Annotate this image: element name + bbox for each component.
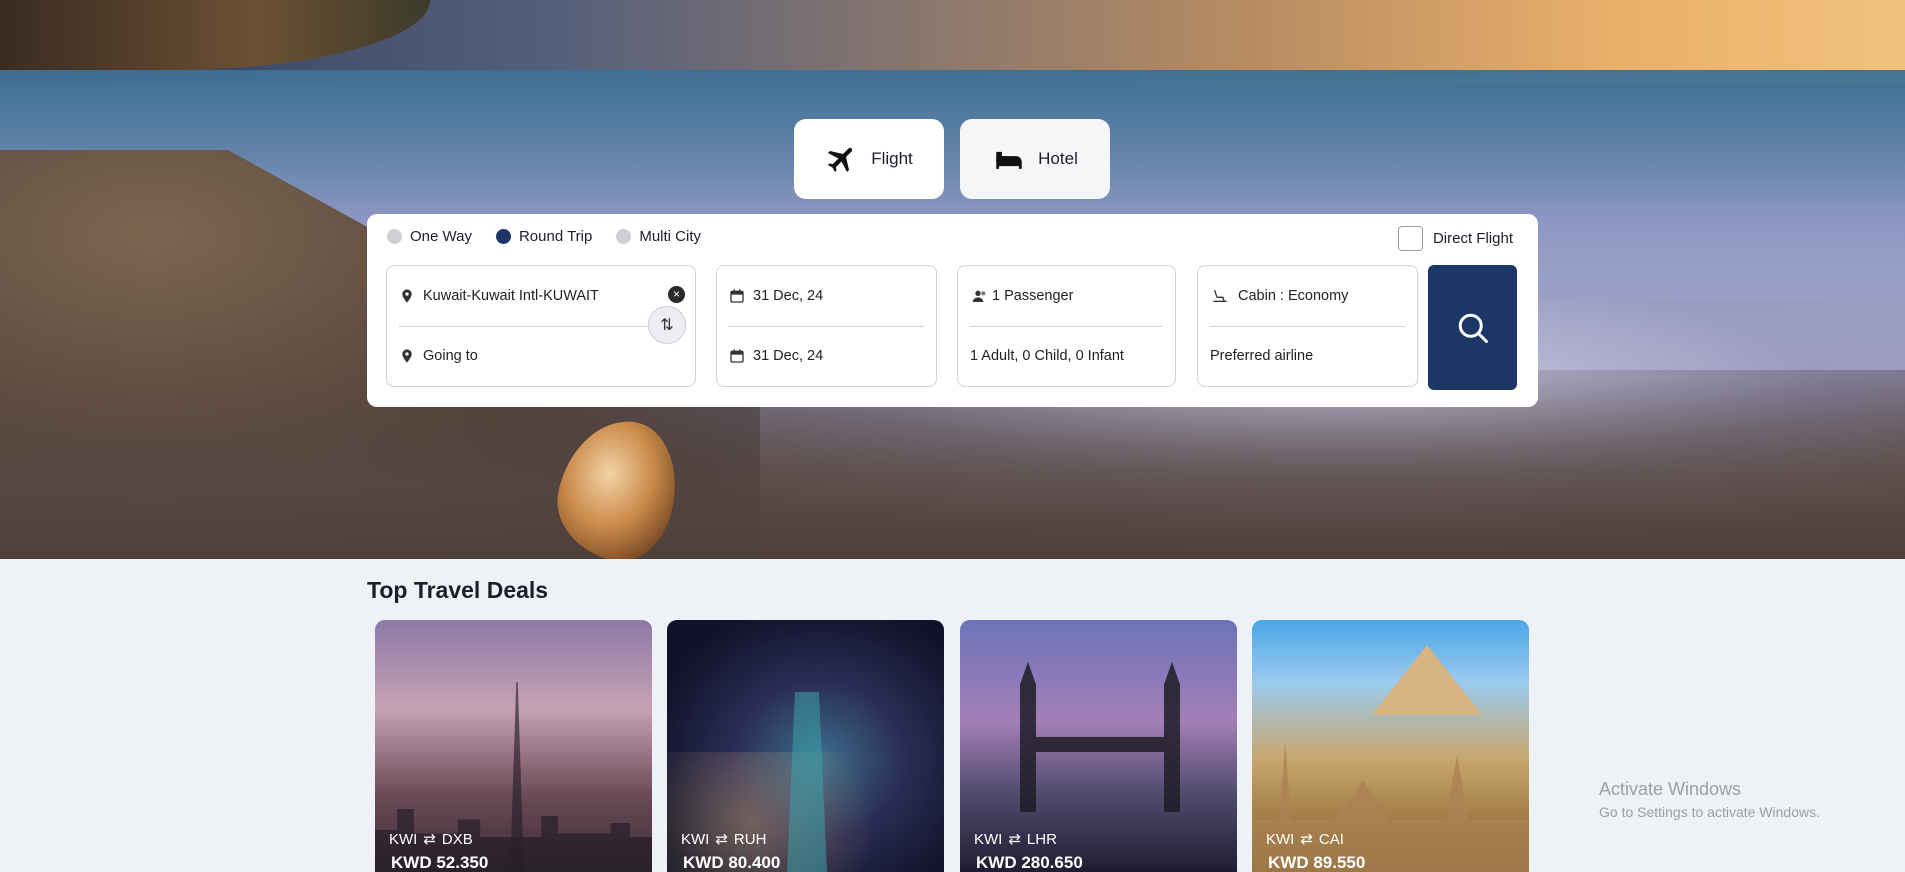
location-pin-icon <box>402 349 412 363</box>
tab-flight-label: Flight <box>871 149 913 168</box>
passengers-value: 1 Passenger <box>992 288 1074 304</box>
deal-destination: DXB <box>441 830 473 848</box>
deal-origin: KWI <box>681 830 710 848</box>
round-trip-arrows-icon: ⇄ <box>1300 831 1313 848</box>
deal-image-tower <box>510 682 524 872</box>
seat-icon <box>1213 290 1227 302</box>
radio-round-trip[interactable] <box>495 229 511 244</box>
calendar-icon <box>730 349 744 363</box>
divider <box>729 326 924 327</box>
deal-destination: RUH <box>733 830 767 848</box>
deal-image-bridge <box>1020 662 1180 812</box>
tab-flight[interactable]: Flight <box>794 119 944 199</box>
preferred-airline-field[interactable]: Preferred airline <box>1210 348 1313 364</box>
trip-type-label: One Way <box>410 228 472 245</box>
swap-icon: ⇅ <box>660 317 674 334</box>
deal-card-lhr[interactable]: KWI ⇄ LHR KWD 280.650 <box>960 620 1237 872</box>
destination-field[interactable]: Going to <box>399 348 478 364</box>
trip-type-one-way[interactable]: One Way <box>387 228 472 245</box>
destination-placeholder: Going to <box>423 348 478 364</box>
passenger-breakdown-value: 1 Adult, 0 Child, 0 Infant <box>970 348 1124 364</box>
depart-date-value: 31 Dec, 24 <box>753 288 824 304</box>
divider <box>399 326 683 327</box>
passengers-field[interactable]: 1 Passenger <box>970 288 1073 304</box>
activate-windows-title: Activate Windows <box>1599 779 1742 799</box>
deal-route: KWI ⇄ LHR <box>974 830 1057 849</box>
cabin-value: Cabin : Economy <box>1238 288 1349 304</box>
tab-hotel[interactable]: Hotel <box>960 119 1110 199</box>
trip-type-multi-city[interactable]: Multi City <box>616 228 701 245</box>
direct-flight-label: Direct Flight <box>1432 230 1513 247</box>
cabin-box: Cabin : Economy Preferred airline <box>1197 265 1418 387</box>
deal-price: KWD 89.550 <box>1268 853 1366 872</box>
trip-type-selector: One Way Round Trip Multi City <box>387 228 701 245</box>
dates-box: 31 Dec, 24 31 Dec, 24 <box>716 265 937 387</box>
deal-price: KWD 80.400 <box>683 853 781 872</box>
direct-flight-checkbox[interactable] <box>1397 226 1423 251</box>
cabin-field[interactable]: Cabin : Economy <box>1210 288 1348 304</box>
deal-route: KWI ⇄ CAI <box>1266 830 1344 849</box>
users-icon <box>972 290 986 302</box>
preferred-airline-placeholder: Preferred airline <box>1210 348 1314 364</box>
divider <box>970 326 1163 327</box>
deal-origin: KWI <box>1266 830 1295 848</box>
trip-type-label: Multi City <box>639 228 702 245</box>
trip-type-round-trip[interactable]: Round Trip <box>495 228 593 245</box>
deal-image-tower <box>787 692 827 872</box>
radio-one-way[interactable] <box>387 229 402 244</box>
passenger-breakdown-field[interactable]: 1 Adult, 0 Child, 0 Infant <box>970 348 1124 364</box>
origin-value: Kuwait-Kuwait Intl-KUWAIT <box>423 288 599 304</box>
flight-search-panel: One Way Round Trip Multi City Direct Fli… <box>367 214 1538 407</box>
deal-card-dxb[interactable]: KWI ⇄ DXB KWD 52.350 <box>375 620 652 872</box>
airplane-icon <box>828 147 853 173</box>
origin-field[interactable]: Kuwait-Kuwait Intl-KUWAIT <box>399 288 599 304</box>
round-trip-arrows-icon: ⇄ <box>715 831 728 848</box>
deal-card-ruh[interactable]: KWI ⇄ RUH KWD 80.400 <box>667 620 944 872</box>
deal-card-cai[interactable]: KWI ⇄ CAI KWD 89.550 <box>1252 620 1529 872</box>
deal-destination: CAI <box>1318 830 1344 848</box>
bed-icon <box>996 151 1022 169</box>
calendar-icon <box>730 289 744 303</box>
return-date-field[interactable]: 31 Dec, 24 <box>729 348 823 364</box>
search-icon <box>1458 313 1488 343</box>
deal-destination: LHR <box>1026 830 1057 848</box>
depart-date-field[interactable]: 31 Dec, 24 <box>729 288 823 304</box>
top-travel-deals-heading: Top Travel Deals <box>367 577 549 603</box>
deal-price: KWD 280.650 <box>976 853 1083 872</box>
round-trip-arrows-icon: ⇄ <box>423 831 436 848</box>
divider <box>1210 326 1405 327</box>
swap-route-button[interactable]: ⇅ <box>648 306 686 344</box>
trip-type-label: Round Trip <box>518 228 593 245</box>
return-date-value: 31 Dec, 24 <box>753 348 824 364</box>
passengers-box: 1 Passenger 1 Adult, 0 Child, 0 Infant <box>957 265 1176 387</box>
clear-origin-button[interactable]: × <box>668 286 685 303</box>
route-box: Kuwait-Kuwait Intl-KUWAIT × ⇅ Going to <box>386 265 696 387</box>
deal-route: KWI ⇄ DXB <box>389 830 473 849</box>
location-pin-icon <box>402 289 412 303</box>
deal-price: KWD 52.350 <box>391 853 489 872</box>
search-button[interactable] <box>1428 265 1517 390</box>
direct-flight-option[interactable]: Direct Flight <box>1397 226 1513 251</box>
deal-route: KWI ⇄ RUH <box>681 830 767 849</box>
radio-multi-city[interactable] <box>616 229 632 244</box>
activate-windows-subtitle: Go to Settings to activate Windows. <box>1599 804 1820 820</box>
deal-origin: KWI <box>389 830 418 848</box>
tab-hotel-label: Hotel <box>1038 149 1078 168</box>
deal-origin: KWI <box>974 830 1003 848</box>
deal-image-pyramid <box>1372 645 1482 715</box>
round-trip-arrows-icon: ⇄ <box>1008 831 1021 848</box>
